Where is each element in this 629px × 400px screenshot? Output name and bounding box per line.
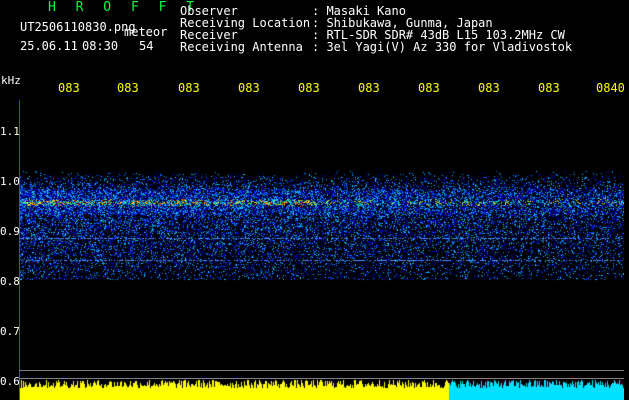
y-tick: 0.6 (0, 375, 20, 388)
y-tick: 0.7 (0, 325, 20, 338)
reference-line-lower (19, 378, 624, 379)
axis-unit: kHz (1, 74, 21, 87)
x-tick: 083 (418, 81, 440, 95)
x-tick: 083 (478, 81, 500, 95)
y-tick: 0.8 (0, 275, 20, 288)
y-tick: 1.1 (0, 125, 20, 138)
x-tick: 083 (117, 81, 139, 95)
file-tag: meteor (124, 25, 168, 39)
x-tick: 083 (298, 81, 320, 95)
y-tick: 1.0 (0, 175, 20, 188)
file-name: UT2506110830.png (20, 20, 136, 34)
x-tick: 083 (358, 81, 380, 95)
time-label: 08:30 (82, 39, 119, 53)
x-tick: 083 (538, 81, 560, 95)
x-tick: 0840 (596, 81, 625, 95)
antenna-label: Receiving Antenna (180, 40, 303, 54)
x-tick: 083 (58, 81, 80, 95)
x-tick: 083 (178, 81, 200, 95)
y-tick: 0.9 (0, 225, 20, 238)
hrofft-display: H R O F F T UT2506110830.png meteor 25.0… (0, 0, 629, 400)
y-axis-line (19, 100, 20, 400)
x-tick: 083 (238, 81, 260, 95)
antenna-value: : 3el Yagi(V) Az 330 for Vladivostok (312, 40, 573, 54)
date-label: 25.06.11 (20, 39, 78, 53)
count-label: 54 (139, 39, 154, 53)
spectrogram (19, 100, 624, 400)
app-logo: H R O F F T (48, 0, 201, 15)
reference-line-upper (19, 370, 624, 371)
